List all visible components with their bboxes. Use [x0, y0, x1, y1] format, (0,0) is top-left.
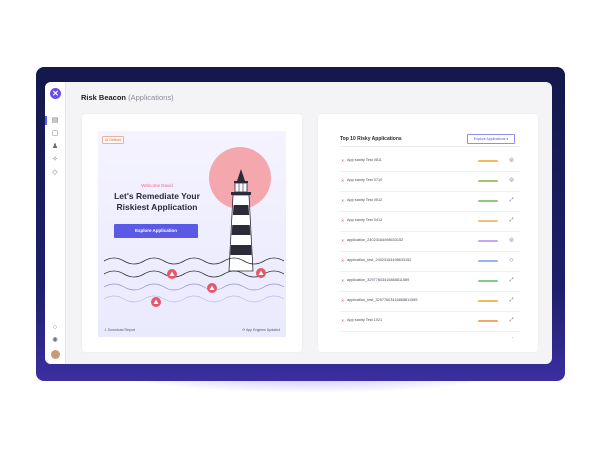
risk-score-bar [478, 260, 498, 262]
app-name: App sanity Test 0811 [347, 158, 382, 162]
welcome-text: Welcome David [141, 183, 173, 188]
table-row[interactable]: ✕App sanity Test 1130 2⤢ [340, 332, 520, 338]
status-icon[interactable]: ⤢ [508, 297, 515, 304]
status-icon[interactable]: ⤢ [508, 317, 515, 324]
remove-icon[interactable]: ✕ [341, 258, 344, 263]
status-icon[interactable]: ◇ [508, 257, 515, 264]
remove-icon[interactable]: ✕ [341, 278, 344, 283]
explore-applications-dropdown[interactable]: Explore Applications ▾ [467, 134, 515, 144]
app-name: application_24023164498633152 [347, 238, 404, 242]
download-report-link[interactable]: ⇩ Download Report [104, 328, 135, 332]
hero-card: AI Defined Welcome David Let's Remediate… [82, 114, 302, 352]
chat-icon[interactable]: ▢ [51, 130, 59, 137]
risk-score-bar [478, 320, 498, 322]
app-window: ✕ ▤ ▢ ♟ ✧ ◇ ○ ✺ Risk Beacon (Application… [45, 82, 552, 364]
help-icon[interactable]: ○ [51, 324, 59, 331]
status-icon[interactable]: ⤢ [508, 197, 515, 204]
app-name: App sanity Test 0512 [347, 198, 383, 202]
remove-icon[interactable]: ✕ [341, 178, 344, 183]
status-icon[interactable]: ◎ [508, 237, 515, 244]
table-row[interactable]: ✕ application_test_32977603416868811589 ⤢ [340, 292, 520, 312]
app-name: App sanity Test 0710 [347, 178, 383, 182]
app-name: application_32977603416868811589 [347, 278, 410, 282]
dashboard-icon[interactable]: ▤ [51, 117, 59, 124]
risk-score-bar [478, 300, 498, 302]
status-icon[interactable]: ◎ [508, 157, 515, 164]
risk-score-bar [478, 200, 498, 202]
risk-score-bar [478, 240, 498, 242]
table-row[interactable]: ✕ App sanity Test 0710 ◎ [340, 172, 520, 192]
table-row[interactable]: ✕ application_24023164498633152 ◎ [340, 232, 520, 252]
remove-icon[interactable]: ✕ [341, 318, 344, 323]
table-row[interactable]: ✕ application_test_24023164498633152 ◇ [340, 252, 520, 272]
avatar[interactable] [51, 350, 60, 359]
logo-icon[interactable]: ✕ [50, 88, 61, 99]
table-row[interactable]: ✕ App sanity Test 1021 ⤢ [340, 312, 520, 332]
remove-icon[interactable]: ✕ [341, 238, 344, 243]
app-name: application_test_32977603416868811589 [347, 298, 418, 302]
table-row[interactable]: ✕ App sanity Test 0811 ◎ [340, 152, 520, 172]
table-row[interactable]: ✕ App sanity Test 0412 ⤢ [340, 212, 520, 232]
page-subtitle: (Applications) [128, 93, 174, 102]
risk-score-bar [478, 280, 498, 282]
remove-icon[interactable]: ✕ [341, 198, 344, 203]
risky-apps-list: ✕ App sanity Test 0811 ◎ ✕ App sanity Test 0… [340, 152, 520, 338]
page-title: Risk Beacon (Applications) [81, 93, 174, 102]
status-icon[interactable]: ⤢ [508, 277, 515, 284]
hero-headline-line2: Riskiest Application [116, 202, 198, 212]
layers-icon[interactable]: ◇ [51, 169, 59, 176]
risky-apps-card: Top 10 Risky Applications Explore Applic… [318, 114, 538, 352]
remove-icon[interactable]: ✕ [341, 158, 344, 163]
divider [340, 146, 520, 147]
hero-headline: Let's Remediate Your Riskiest Applicatio… [98, 191, 216, 213]
risky-apps-title: Top 10 Risky Applications [340, 136, 402, 142]
status-icon[interactable]: ⤢ [508, 217, 515, 224]
app-engines-status: ⟳ App Engines Updated [242, 328, 280, 332]
sidebar: ✕ ▤ ▢ ♟ ✧ ◇ ○ ✺ [45, 82, 66, 364]
app-engines-label: App Engines Updated [245, 328, 280, 332]
app-name: App sanity Test 0412 [347, 218, 383, 222]
status-icon[interactable]: ⤢ [508, 337, 515, 338]
status-icon[interactable]: ◎ [508, 177, 515, 184]
risk-score-bar [478, 220, 498, 222]
table-row[interactable]: ✕ App sanity Test 0512 ⤢ [340, 192, 520, 212]
risk-score-bar [478, 180, 498, 182]
table-row[interactable]: ✕ application_32977603416868811589 ⤢ [340, 272, 520, 292]
explore-application-button[interactable]: Explore Application [114, 224, 198, 238]
settings-icon[interactable]: ✺ [51, 337, 59, 344]
risk-score-bar [478, 160, 498, 162]
app-name: application_test_24023164498633152 [347, 258, 412, 262]
download-report-label: Download Report [107, 328, 135, 332]
users-icon[interactable]: ♟ [51, 143, 59, 150]
app-name: App sanity Test 1021 [347, 318, 383, 322]
nav-active-indicator [45, 116, 47, 125]
bug-icon[interactable]: ✧ [51, 156, 59, 163]
remove-icon[interactable]: ✕ [341, 218, 344, 223]
remove-icon[interactable]: ✕ [341, 298, 344, 303]
page-title-text: Risk Beacon [81, 93, 127, 102]
hero-headline-line1: Let's Remediate Your [114, 191, 200, 201]
hero-panel: AI Defined Welcome David Let's Remediate… [98, 131, 286, 337]
